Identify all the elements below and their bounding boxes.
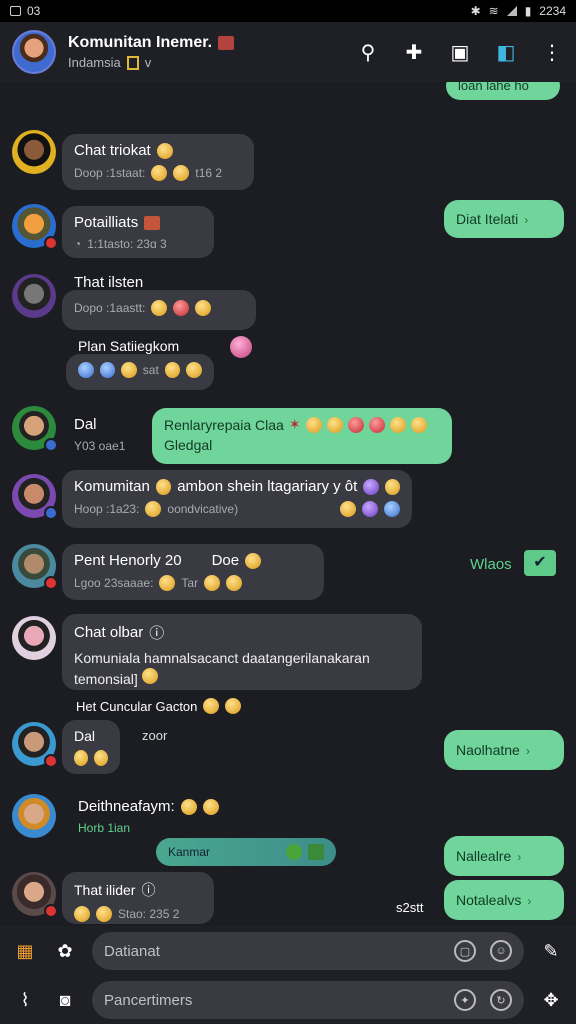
composer-bar: ▦ ✿ Datianat ▢ ☺ ✎ — [0, 926, 576, 976]
avatar[interactable] — [12, 406, 58, 452]
status-label: Wlaos — [470, 556, 512, 573]
avatar[interactable] — [12, 722, 58, 768]
gallery-icon[interactable]: ▦ — [12, 938, 38, 964]
message-bubble[interactable]: Pent Henorly 20 Doe Lgoo 23saaae: Tar — [62, 544, 324, 600]
reaction-bar[interactable]: sat — [66, 354, 214, 390]
message-bubble[interactable]: Dopo :1aastt: — [62, 290, 256, 330]
sticker-icon[interactable]: ✿ — [52, 938, 78, 964]
message-bubble[interactable]: That ilider ⓘ Stao: 235 2 — [62, 872, 214, 924]
emoji-icon — [156, 142, 173, 159]
secondary-bar: ⌇ ◙ Pancertimers ✦ ↻ ✥ — [0, 976, 576, 1024]
message-bubble[interactable]: Chat olbar ⓘ Komuniala hamnalsacanct daat… — [62, 614, 422, 690]
outgoing-bubble[interactable]: Diat Itelati › — [444, 200, 564, 238]
avatar[interactable] — [12, 474, 58, 520]
status-clock: 2234 — [539, 4, 566, 18]
message-bubble[interactable]: Komumitan ambon shein ltagariary y ôt Hoo… — [62, 470, 412, 528]
message-bubble[interactable]: Potailliats ◔ 1:1tasto: 23ɑ 3 — [62, 206, 214, 258]
avatar[interactable] — [12, 204, 58, 250]
group-avatar[interactable] — [12, 30, 56, 74]
camera-icon[interactable]: ◙ — [52, 987, 78, 1013]
outgoing-bubble[interactable]: Notalealvs › — [444, 880, 564, 920]
message-bubble[interactable]: Deithneafaym: Horb 1ian — [78, 798, 219, 835]
avatar[interactable] — [12, 872, 58, 918]
message-system: Plan Satiiegkom — [78, 338, 180, 354]
outgoing-bubble[interactable]: Renlaryrepaia Claa ✶ Gledgal — [152, 408, 452, 464]
badge-icon — [218, 36, 235, 50]
link-icon[interactable]: ⚲ — [356, 40, 380, 64]
group-title[interactable]: Komunitan Inemer. — [68, 34, 356, 52]
message-list[interactable]: loan lahe ho Chat triokat Doop :1staat: t… — [0, 82, 576, 924]
avatar[interactable] — [12, 130, 56, 174]
status-bar: 03 ✱ ≋ ▮ 2234 — [0, 0, 576, 22]
battery-icon: ▮ — [524, 4, 532, 18]
message-sub: zoor — [142, 728, 168, 743]
message-bubble[interactable]: Dal — [62, 720, 120, 774]
message-system: Het Cuncular Gacton — [76, 698, 242, 714]
notification-icon — [10, 6, 21, 16]
reaction-icon[interactable] — [230, 336, 252, 358]
emoji-icon[interactable]: ☺ — [490, 940, 512, 962]
avatar[interactable] — [12, 274, 56, 318]
group-subtitle: Indamsia v — [68, 55, 152, 70]
more-options-icon[interactable]: ⋮ — [540, 40, 564, 64]
gif-icon[interactable]: ▢ — [454, 940, 476, 962]
message-input[interactable]: Datianat ▢ ☺ — [92, 932, 524, 970]
inline-card[interactable]: Kanmar — [156, 838, 336, 866]
message-bubble[interactable]: Chat triokat Doop :1staat: t16 2 — [62, 134, 254, 190]
timestamp: s2stt — [396, 900, 424, 915]
star-icon[interactable]: ✦ — [454, 989, 476, 1011]
send-icon[interactable]: ✔ — [524, 550, 556, 576]
attach-icon[interactable]: ⌇ — [12, 987, 38, 1013]
avatar[interactable] — [12, 794, 56, 838]
game-icon[interactable]: ✚ — [402, 40, 426, 64]
clock-icon: ◔ — [74, 237, 82, 251]
outgoing-bubble[interactable]: Naolhatne › — [444, 730, 564, 770]
message-bubble[interactable]: Dal Y03 oae1 — [62, 408, 142, 464]
info-icon: ⓘ — [149, 625, 165, 642]
app-icon[interactable]: ◧ — [494, 40, 518, 64]
chat-header: Komunitan Inemer. Indamsia v ⚲ ✚ ▣ ◧ ⋮ — [0, 22, 576, 82]
refresh-icon[interactable]: ↻ — [490, 989, 512, 1011]
outgoing-bubble[interactable]: Nallealre › — [444, 836, 564, 876]
settings-icon[interactable]: ✥ — [538, 987, 564, 1013]
mic-icon[interactable]: ✎ — [538, 938, 564, 964]
signal-icon — [506, 6, 517, 16]
outgoing-bubble[interactable]: loan lahe ho — [446, 82, 560, 100]
chat-icon[interactable]: ▣ — [448, 40, 472, 64]
avatar[interactable] — [12, 544, 58, 590]
bluetooth-icon: ✱ — [470, 4, 481, 18]
badge-icon — [144, 215, 161, 230]
search-input[interactable]: Pancertimers ✦ ↻ — [92, 981, 524, 1019]
status-time-left: 03 — [27, 4, 41, 18]
avatar[interactable] — [12, 616, 56, 660]
info-icon: ⓘ — [141, 882, 156, 898]
flag-icon — [126, 55, 139, 70]
wifi-icon: ≋ — [488, 4, 499, 18]
